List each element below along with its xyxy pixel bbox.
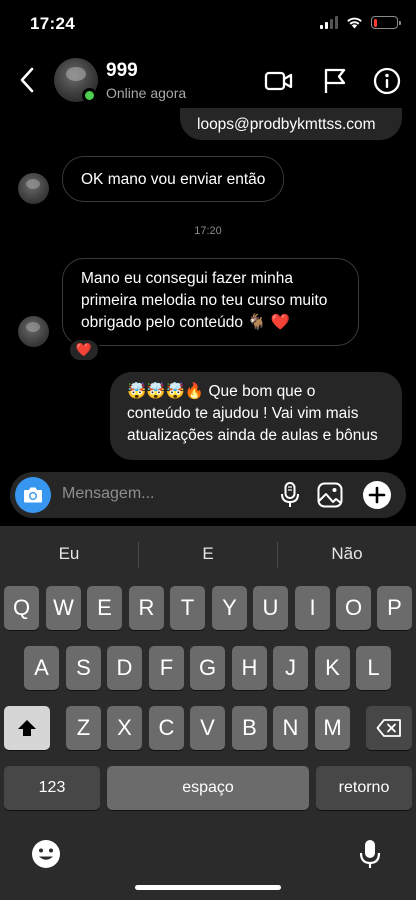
key-k[interactable]: K	[315, 646, 350, 690]
contact-status: Online agora	[106, 85, 187, 101]
key-r[interactable]: R	[129, 586, 164, 630]
message-input[interactable]: Mensagem...	[62, 485, 154, 503]
message-composer: Mensagem...	[10, 472, 406, 518]
message-line: primeira melodia no teu curso muito	[81, 292, 328, 309]
message-line: Mano eu consegui fazer minha	[81, 270, 293, 287]
shift-key[interactable]	[4, 706, 50, 750]
status-time: 17:24	[30, 14, 75, 33]
wifi-icon	[347, 17, 362, 29]
key-a[interactable]: A	[24, 646, 59, 690]
shift-arrow-icon	[18, 720, 36, 736]
back-arrow-icon[interactable]	[14, 64, 42, 96]
numbers-key[interactable]: 123	[4, 766, 100, 810]
message-line: conteúdo te ajudou ! Vai vim mais	[127, 405, 359, 422]
suggestion-2[interactable]: E	[139, 544, 277, 564]
return-key[interactable]: retorno	[316, 766, 412, 810]
key-f[interactable]: F	[149, 646, 184, 690]
status-bar: 17:24	[0, 0, 416, 50]
key-b[interactable]: B	[232, 706, 267, 750]
plus-icon	[368, 486, 386, 504]
contact-name[interactable]: 999	[106, 60, 138, 82]
camera-button[interactable]	[15, 477, 51, 513]
incoming-message[interactable]: OK mano vou enviar então	[62, 156, 284, 202]
home-indicator[interactable]	[135, 885, 281, 890]
flag-icon[interactable]	[320, 66, 350, 96]
backspace-icon	[376, 719, 401, 737]
message-text: OK mano vou enviar então	[81, 171, 266, 188]
sender-avatar[interactable]	[18, 173, 49, 204]
online-indicator	[82, 88, 97, 103]
key-l[interactable]: L	[356, 646, 391, 690]
status-icons	[320, 16, 401, 29]
key-x[interactable]: X	[107, 706, 142, 750]
message-line: obrigado pelo conteúdo 🐐 ❤️	[81, 314, 291, 331]
keyboard: Eu E Não Q W E R T Y U I O P A S D F G H…	[0, 526, 416, 900]
message-thread: loops@prodbykmttss.com OK mano vou envia…	[0, 108, 416, 470]
key-q[interactable]: Q	[4, 586, 39, 630]
outgoing-message[interactable]: 🤯🤯🤯🔥 Que bom que o conteúdo te ajudou ! …	[110, 372, 402, 460]
key-m[interactable]: M	[315, 706, 350, 750]
dictation-microphone-icon[interactable]	[354, 838, 386, 870]
add-button[interactable]	[363, 481, 391, 509]
key-e[interactable]: E	[87, 586, 122, 630]
gallery-icon[interactable]	[316, 481, 344, 509]
incoming-message[interactable]: Mano eu consegui fazer minha primeira me…	[62, 258, 359, 346]
key-c[interactable]: C	[149, 706, 184, 750]
suggestion-1[interactable]: Eu	[0, 544, 138, 564]
key-t[interactable]: T	[170, 586, 205, 630]
camera-icon	[24, 487, 42, 503]
message-text: loops@prodbykmttss.com	[197, 116, 376, 133]
chat-header: 999 Online agora	[0, 52, 416, 108]
message-line: 🤯🤯🤯🔥 Que bom que o	[127, 383, 316, 400]
message-timestamp: 17:20	[194, 225, 222, 237]
suggestion-3[interactable]: Não	[278, 544, 416, 564]
cellular-signal-icon	[320, 16, 338, 29]
key-g[interactable]: G	[190, 646, 225, 690]
heart-reaction[interactable]: ❤️	[68, 338, 100, 362]
key-w[interactable]: W	[46, 586, 81, 630]
video-call-icon[interactable]	[264, 66, 294, 96]
info-icon[interactable]	[372, 66, 402, 96]
key-z[interactable]: Z	[66, 706, 101, 750]
microphone-icon[interactable]	[277, 481, 303, 509]
key-p[interactable]: P	[377, 586, 412, 630]
outgoing-message[interactable]: loops@prodbykmttss.com	[180, 108, 402, 140]
key-h[interactable]: H	[232, 646, 267, 690]
message-line: atualizações ainda de aulas e bônus	[127, 427, 378, 444]
key-y[interactable]: Y	[212, 586, 247, 630]
battery-icon	[371, 16, 401, 29]
sender-avatar[interactable]	[18, 316, 49, 347]
emoji-icon[interactable]	[30, 838, 62, 870]
key-i[interactable]: I	[295, 586, 330, 630]
backspace-key[interactable]	[366, 706, 412, 750]
key-j[interactable]: J	[273, 646, 308, 690]
key-n[interactable]: N	[273, 706, 308, 750]
key-d[interactable]: D	[107, 646, 142, 690]
key-u[interactable]: U	[253, 586, 288, 630]
key-v[interactable]: V	[190, 706, 225, 750]
key-o[interactable]: O	[336, 586, 371, 630]
key-s[interactable]: S	[66, 646, 101, 690]
space-key[interactable]: espaço	[107, 766, 309, 810]
